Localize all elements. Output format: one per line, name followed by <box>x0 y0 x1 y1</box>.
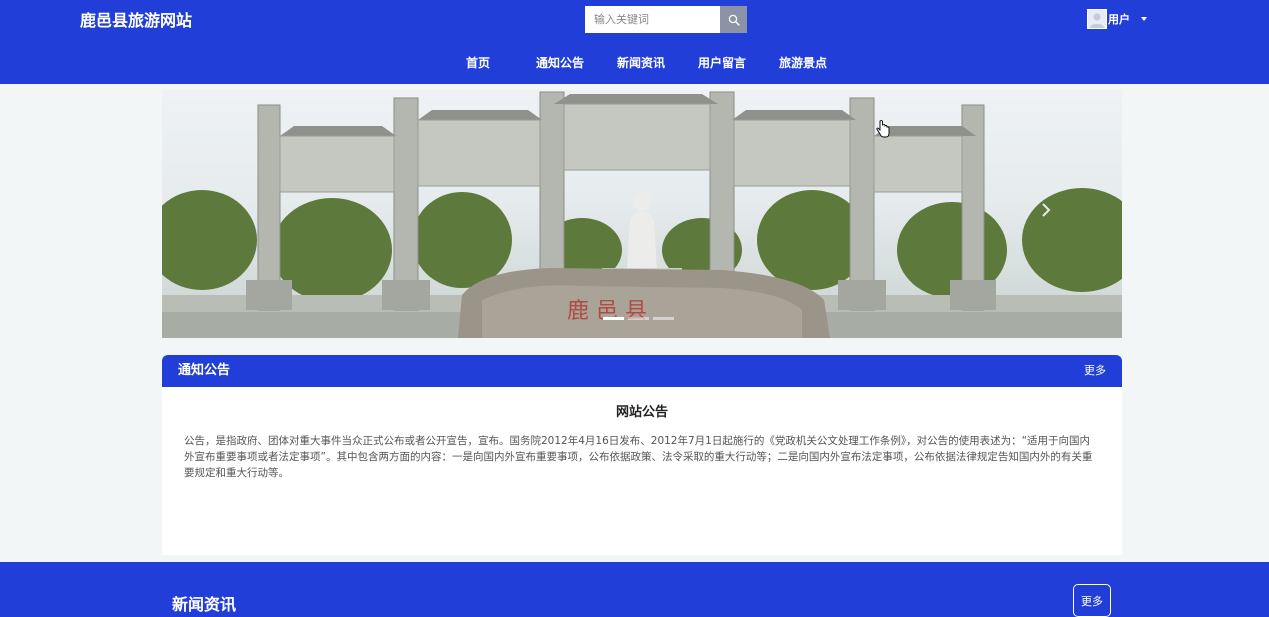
carousel-indicator[interactable] <box>653 317 674 320</box>
carousel-indicator[interactable] <box>603 317 624 320</box>
user-label: 用户 <box>1108 13 1130 26</box>
search-button[interactable] <box>720 6 747 33</box>
news-more-button[interactable]: 更多 <box>1073 584 1111 617</box>
nav-notice[interactable]: 通知公告 <box>536 50 584 76</box>
site-title[interactable]: 鹿邑县旅游网站 <box>80 10 192 32</box>
user-avatar-icon <box>1090 13 1104 28</box>
banner-carousel[interactable]: 鹿 邑 县 <box>162 90 1122 338</box>
nav-home[interactable]: 首页 <box>466 50 490 76</box>
search-input[interactable] <box>585 6 720 33</box>
avatar <box>1087 9 1107 29</box>
article-title[interactable]: 网站公告 <box>162 401 1122 420</box>
caret-down-icon <box>1141 17 1147 21</box>
article-text: 公告，是指政府、团体对重大事件当众正式公布或者公开宣告，宣布。国务院2012年4… <box>184 435 1093 480</box>
user-menu[interactable]: 用户 <box>1087 9 1147 29</box>
search-icon <box>728 14 740 26</box>
chevron-right-icon <box>1042 203 1051 217</box>
carousel-indicator[interactable] <box>628 317 649 320</box>
nav-attractions[interactable]: 旅游景点 <box>779 50 827 76</box>
search-box <box>585 6 747 33</box>
notice-section-title: 通知公告 <box>178 363 231 378</box>
carousel-next-button[interactable] <box>1041 202 1059 224</box>
notice-more-link[interactable]: 更多 <box>1084 355 1106 387</box>
notice-content: 网站公告 公告，是指政府、团体对重大事件当众正式公布或者公开宣告，宣布。国务院2… <box>162 387 1122 555</box>
notice-section-header: 通知公告 更多 <box>162 355 1122 387</box>
news-section-title: 新闻资讯 <box>172 595 237 614</box>
hand-cursor-icon <box>876 120 890 138</box>
site-header: 鹿邑县旅游网站 用户 首页 通知公告 新闻资讯 用户留言 旅游景点 <box>0 0 1269 84</box>
nav-messages[interactable]: 用户留言 <box>698 50 746 76</box>
main-nav: 首页 通知公告 新闻资讯 用户留言 旅游景点 <box>0 50 1269 76</box>
svg-text:鹿 邑 县: 鹿 邑 县 <box>567 299 647 324</box>
carousel-indicators <box>603 317 674 320</box>
banner-image: 鹿 邑 县 <box>162 91 1122 338</box>
nav-news[interactable]: 新闻资讯 <box>617 50 665 76</box>
news-section: 新闻资讯 更多 <box>0 562 1269 617</box>
